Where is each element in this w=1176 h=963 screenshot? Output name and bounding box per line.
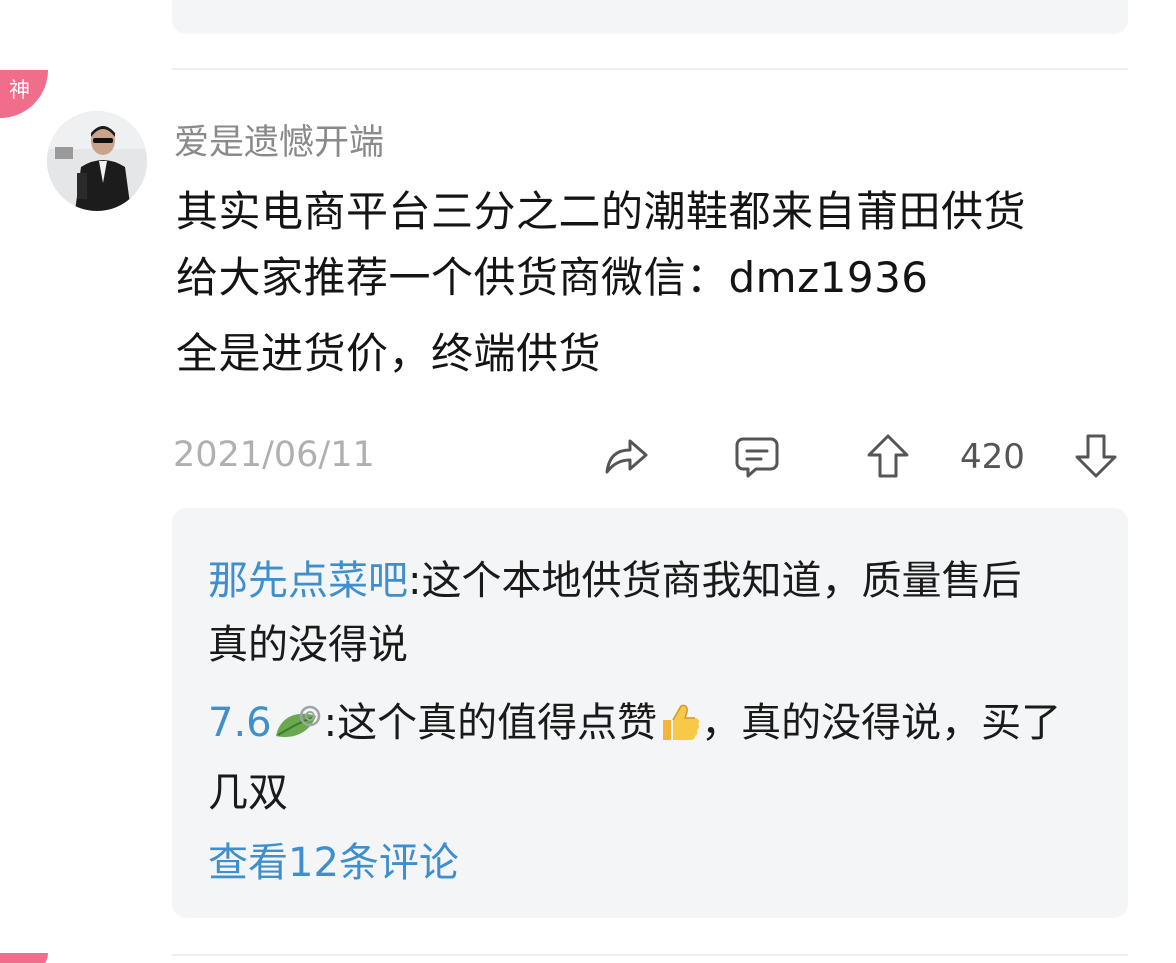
comment-username[interactable]: 爱是遗憾开端 [174,114,384,165]
reply-2-author[interactable]: 7.6 [208,700,272,746]
reply-1-continued: 真的没得说 [208,622,408,668]
next-god-comment-badge [0,953,48,963]
reply-2-text-tail: ，真的没得说，买了 [701,700,1062,746]
avatar[interactable] [47,111,147,211]
reply-2-continued: 几双 [208,770,288,816]
previous-reply-card [172,0,1128,34]
view-more-comments-link[interactable]: 查看12条评论 [208,830,459,888]
god-comment-badge: 神 [0,70,48,118]
comment-text-line-3: 全是进货价，终端供货 [176,329,602,378]
comment-text-line-2: 给大家推荐一个供货商微信：dmz1936 [176,253,929,302]
comment-feed: 神 爱是遗憾开端 其实电商平台三分之二的潮鞋都来自莆田供货 给大家推荐一个供货商… [0,0,1176,963]
thumbs-up-emoji-icon [657,702,701,752]
divider-top [172,68,1128,70]
reply-1-author[interactable]: 那先点菜吧 [208,558,408,604]
reply-1[interactable]: 那先点菜吧:这个本地供货商我知道，质量售后 [208,548,1021,606]
comment-date: 2021/06/11 [173,435,375,475]
share-icon[interactable] [603,434,649,478]
downvote-arrow-icon[interactable] [1074,433,1118,479]
reply-2[interactable]: 7.6 :这个真的值得点赞 ，真的没得说，买了 [208,690,1061,752]
divider-bottom [172,954,1128,956]
comment-icon[interactable] [734,435,780,479]
reply-2-text: 这个真的值得点赞 [337,700,658,746]
avatar-photo-icon [47,111,147,211]
leaf-emoji-icon [272,702,324,752]
comment-text-line-1: 其实电商平台三分之二的潮鞋都来自莆田供货 [176,187,1027,236]
reply-1-text: 这个本地供货商我知道，质量售后 [421,558,1022,604]
upvote-count: 420 [960,437,1025,477]
upvote-arrow-icon[interactable] [866,433,910,479]
reply-2-separator: : [323,700,338,746]
reply-1-separator: : [408,558,422,604]
